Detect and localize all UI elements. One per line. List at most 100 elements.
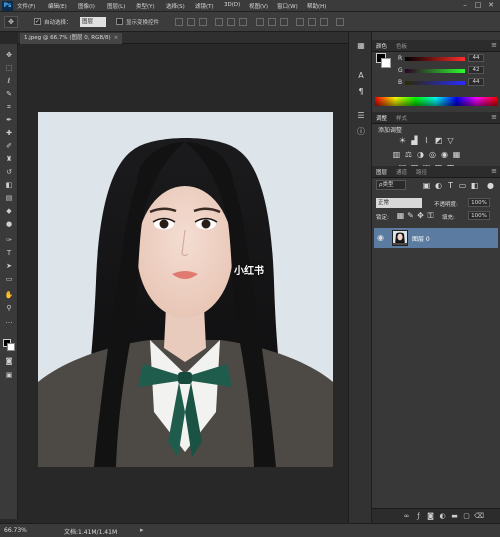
color-lookup-icon[interactable]: ▦ [452,150,461,159]
exposure-icon[interactable]: ◩ [434,136,443,145]
distribute-left-icon[interactable] [296,18,304,26]
vibrance-icon[interactable]: ▽ [446,136,455,145]
hand-tool-icon[interactable]: ✋ [3,290,15,300]
filter-adjustment-icon[interactable]: ◐ [434,181,443,190]
lasso-tool-icon[interactable]: ℓ [3,76,15,86]
levels-icon[interactable]: ▟ [410,136,419,145]
filter-type-icon[interactable]: T [446,181,455,190]
align-top-icon[interactable] [175,18,183,26]
fill-field[interactable]: 100% [468,211,490,220]
close-window-button[interactable]: ✕ [486,1,496,10]
menu-filter[interactable]: 滤镜(T) [195,2,214,10]
layer-filter-select[interactable]: ρ类型 [376,180,406,190]
red-value-field[interactable]: 44 [468,54,484,62]
menu-file[interactable]: 文件(F) [17,2,35,10]
align-right-icon[interactable] [239,18,247,26]
green-slider[interactable] [405,69,465,73]
delete-layer-trash-icon[interactable]: ⌫ [474,511,484,521]
background-color-swatch[interactable] [7,343,15,351]
color-panel-menu-icon[interactable]: ≡ [491,41,497,49]
adjustments-panel-menu-icon[interactable]: ≡ [491,113,497,121]
show-transform-checkbox[interactable] [116,18,123,25]
canvas-area[interactable]: 小红书 [20,44,348,519]
color-panel-background-swatch[interactable] [381,58,391,68]
menu-help[interactable]: 帮助(H) [307,2,326,10]
layer-visibility-eye-icon[interactable]: ◉ [377,233,384,243]
new-adjustment-layer-icon[interactable]: ◐ [438,511,447,521]
tab-color[interactable]: 颜色 [376,42,387,50]
menu-3d[interactable]: 3D(D) [224,2,240,8]
brush-tool-icon[interactable]: ✐ [3,141,15,151]
lock-all-icon[interactable]: ⚿ [426,211,435,220]
menu-view[interactable]: 视图(V) [249,2,268,10]
new-group-folder-icon[interactable]: ▬ [450,511,459,521]
quick-mask-icon[interactable]: ◙ [3,356,15,366]
red-slider[interactable] [405,57,465,61]
quick-select-tool-icon[interactable]: ✎ [3,89,15,99]
tab-styles[interactable]: 样式 [396,114,407,122]
auto-select-target-select[interactable]: 图层 [80,17,106,27]
auto-align-icon[interactable] [336,18,344,26]
hue-saturation-icon[interactable]: ▥ [392,150,401,159]
properties-panel-icon[interactable]: ☰ [355,110,367,121]
blur-tool-icon[interactable]: ◆ [3,206,15,216]
blue-slider[interactable] [405,81,465,85]
align-left-icon[interactable] [215,18,223,26]
layers-panel-menu-icon[interactable]: ≡ [491,167,497,175]
pen-tool-icon[interactable]: ✑ [3,235,15,245]
tab-adjustments[interactable]: 调整 [376,114,387,122]
distribute-center-icon[interactable] [308,18,316,26]
history-brush-tool-icon[interactable]: ↺ [3,167,15,177]
filter-smart-object-icon[interactable]: ◧ [470,181,479,190]
maximize-button[interactable]: □ [473,1,483,10]
distribute-bottom-icon[interactable] [280,18,288,26]
menu-layer[interactable]: 图层(L) [107,2,125,10]
shape-tool-icon[interactable]: ▭ [3,274,15,284]
clone-stamp-tool-icon[interactable]: ♜ [3,154,15,164]
distribute-right-icon[interactable] [320,18,328,26]
marquee-tool-icon[interactable]: ⬚ [3,63,15,73]
close-tab-icon[interactable]: × [114,35,119,41]
blend-mode-select[interactable]: 正常 [376,198,422,208]
tab-layers[interactable]: 图层 [376,168,387,176]
paragraph-panel-icon[interactable]: ¶ [355,86,367,97]
green-value-field[interactable]: 42 [468,66,484,74]
history-panel-icon[interactable]: ▦ [355,40,367,51]
move-tool-icon[interactable]: ✥ [3,50,15,60]
distribute-middle-icon[interactable] [268,18,276,26]
eyedropper-tool-icon[interactable]: ✒ [3,115,15,125]
dodge-tool-icon[interactable]: ● [3,219,15,229]
distribute-top-icon[interactable] [256,18,264,26]
brightness-contrast-icon[interactable]: ☀ [398,136,407,145]
zoom-level[interactable]: 66.73% [4,527,27,534]
add-mask-icon[interactable]: ◙ [426,511,435,521]
filter-pixel-icon[interactable]: ▣ [422,181,431,190]
auto-select-checkbox[interactable]: ✓ [34,18,41,25]
filter-toggle-icon[interactable]: ● [486,181,495,190]
align-center-icon[interactable] [227,18,235,26]
eraser-tool-icon[interactable]: ◧ [3,180,15,190]
document-tab[interactable]: 1.jpeg @ 66.7% (图层 0, RGB/8) × [20,33,123,44]
black-white-icon[interactable]: ◑ [416,150,425,159]
minimize-button[interactable]: – [460,1,470,10]
filter-shape-icon[interactable]: ▭ [458,181,467,190]
color-balance-icon[interactable]: ⚖ [404,150,413,159]
align-bottom-icon[interactable] [199,18,207,26]
tab-swatches[interactable]: 色板 [396,42,407,50]
channel-mixer-icon[interactable]: ◉ [440,150,449,159]
more-tools-icon[interactable]: … [3,316,15,326]
zoom-tool-icon[interactable]: ⚲ [3,303,15,313]
move-tool-preset-icon[interactable]: ✥ [4,16,18,28]
menu-image[interactable]: 图像(I) [78,2,95,10]
menu-type[interactable]: 类型(Y) [136,2,155,10]
crop-tool-icon[interactable]: ⌗ [3,102,15,112]
tab-channels[interactable]: 通道 [396,168,407,176]
lock-transparent-icon[interactable]: ▦ [396,211,405,220]
lock-position-icon[interactable]: ✥ [416,211,425,220]
status-menu-arrow-icon[interactable]: ▸ [140,526,144,534]
menu-edit[interactable]: 编辑(E) [48,2,67,10]
lock-pixels-icon[interactable]: ✎ [406,211,415,220]
type-tool-icon[interactable]: T [3,248,15,258]
tab-paths[interactable]: 路径 [416,168,427,176]
link-layers-icon[interactable]: ∞ [402,511,411,521]
